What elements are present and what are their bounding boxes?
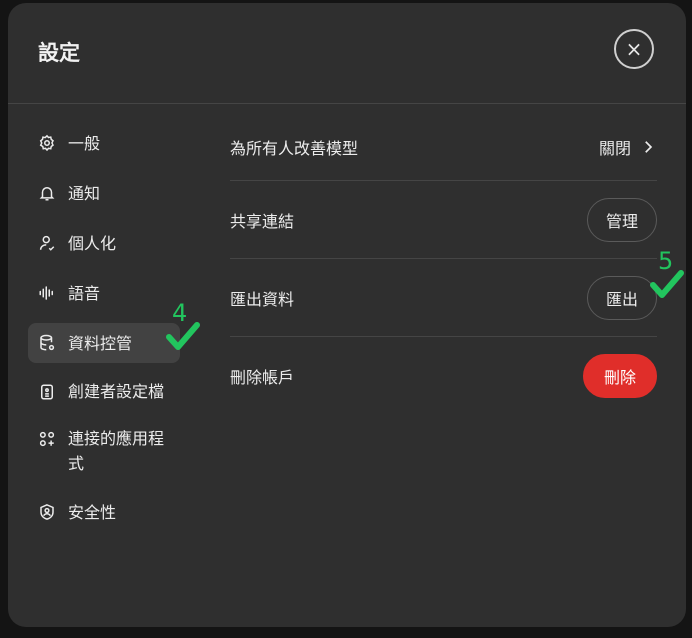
dialog-header: 設定 × — [8, 3, 686, 104]
manage-button[interactable]: 管理 — [586, 197, 657, 242]
waveform-icon — [38, 281, 56, 306]
dialog-title: 設定 — [38, 41, 80, 65]
sidebar-item-label: 個人化 — [68, 233, 117, 253]
database-icon — [38, 331, 56, 356]
sidebar-item-label: 安全性 — [68, 502, 117, 522]
sidebar-item-notifications[interactable]: 通知 — [28, 173, 180, 213]
sidebar-item-builder-profile[interactable]: 創建者設定檔 — [28, 373, 180, 410]
sidebar-item-label: 通知 — [68, 183, 101, 203]
id-card-icon — [38, 379, 56, 404]
sidebar-item-label: 語音 — [68, 283, 101, 303]
sidebar-item-security[interactable]: 安全性 — [28, 492, 180, 532]
setting-label: 匯出資料 — [230, 289, 295, 309]
setting-row-export-data: 匯出資料 匯出 — [230, 259, 657, 337]
settings-dialog: 設定 × 一般 通知 個人化 語音 資料控管 創建者設定檔 連接的應用程式 安全… — [8, 3, 686, 627]
chevron-right-icon — [645, 140, 653, 153]
gear-icon — [38, 131, 56, 156]
setting-row-improve-model: 為所有人改善模型 關閉 — [230, 113, 657, 181]
sidebar-item-label: 資料控管 — [68, 333, 133, 353]
setting-label: 為所有人改善模型 — [230, 138, 359, 158]
setting-value: 關閉 — [598, 138, 631, 158]
apps-icon — [38, 426, 56, 451]
sidebar-item-label: 一般 — [68, 133, 101, 153]
improve-model-toggle-link[interactable]: 關閉 — [599, 135, 657, 159]
shield-icon — [38, 500, 56, 525]
checkmark-icon — [166, 322, 200, 350]
export-button[interactable]: 匯出 — [586, 275, 657, 320]
checkmark-icon — [650, 270, 684, 298]
setting-label: 共享連結 — [230, 211, 295, 231]
setting-label: 刪除帳戶 — [230, 367, 295, 387]
delete-button[interactable]: 刪除 — [582, 353, 657, 398]
person-icon — [38, 231, 56, 256]
setting-row-delete-account: 刪除帳戶 刪除 — [230, 337, 657, 414]
close-button[interactable]: × — [614, 29, 654, 69]
settings-sidebar: 一般 通知 個人化 語音 資料控管 創建者設定檔 連接的應用程式 安全性 4 — [28, 123, 200, 542]
sidebar-item-personalization[interactable]: 個人化 — [28, 223, 180, 263]
sidebar-item-data-controls[interactable]: 資料控管 — [28, 323, 180, 363]
sidebar-item-general[interactable]: 一般 — [28, 123, 180, 163]
sidebar-item-connected-apps[interactable]: 連接的應用程式 — [28, 420, 180, 482]
sidebar-item-label: 創建者設定檔 — [68, 382, 165, 401]
data-controls-panel: 為所有人改善模型 關閉 共享連結 管理 匯出資料 匯出 刪除帳戶 刪除 5 — [230, 113, 684, 414]
sidebar-item-voice[interactable]: 語音 — [28, 273, 180, 313]
bell-icon — [38, 181, 56, 206]
close-icon: × — [625, 37, 643, 61]
sidebar-item-label: 連接的應用程式 — [68, 429, 165, 473]
setting-row-shared-links: 共享連結 管理 — [230, 181, 657, 259]
